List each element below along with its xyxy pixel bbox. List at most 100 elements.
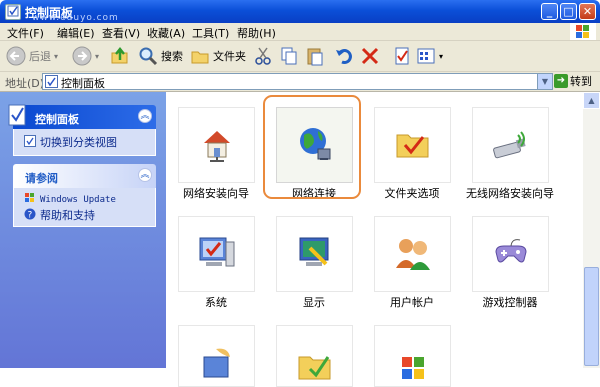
properties-icon — [392, 46, 412, 66]
address-input[interactable]: 控制面板 ▼ — [42, 73, 553, 90]
go-button[interactable]: ➜ 转到 — [554, 73, 592, 89]
views-icon — [416, 46, 436, 66]
help-support-link[interactable]: ? 帮助和支持 — [24, 207, 95, 223]
folder-icon — [190, 46, 210, 66]
back-button[interactable]: 后退 ▾ — [6, 45, 58, 67]
user-accounts-icon — [394, 234, 432, 272]
wireless-network-wizard-icon — [492, 125, 530, 163]
selection-highlight — [263, 95, 361, 199]
panel-title-see-also: 请参阅 — [25, 172, 58, 185]
search-label: 搜索 — [161, 50, 183, 63]
display-tile[interactable] — [276, 216, 353, 292]
folder-options-tile[interactable] — [374, 107, 451, 183]
user-accounts-label: 用户帐户 — [390, 296, 434, 309]
items-view: 网络安装向导 网络连接 文件夹选项 无线网络安装向导 系统 显示 用户帐户 游戏… — [166, 92, 583, 387]
forward-arrow-icon — [72, 46, 92, 66]
vertical-scrollbar[interactable]: ▲ — [583, 92, 600, 368]
wireless-network-wizard-label: 无线网络安装向导 — [466, 187, 554, 200]
scroll-up-button[interactable]: ▲ — [583, 92, 600, 109]
network-setup-wizard-icon — [198, 125, 236, 163]
menu-bar: 文件(F) 编辑(E) 查看(V) 收藏(A) 工具(T) 帮助(H) — [0, 23, 600, 41]
display-label: 显示 — [303, 296, 325, 309]
watermark-text: www.eduyo.com — [32, 13, 119, 23]
search-icon — [138, 46, 158, 66]
windows-update-link[interactable]: Windows Update — [24, 192, 116, 207]
menu-file[interactable]: 文件(F) — [7, 25, 44, 41]
menu-tools[interactable]: 工具(T) — [192, 25, 229, 41]
help-icon: ? — [24, 208, 36, 223]
svg-text:?: ? — [28, 210, 33, 220]
control-panel-item-tile[interactable] — [178, 325, 255, 387]
control-panel-large-icon — [7, 103, 29, 130]
system-label: 系统 — [205, 296, 227, 309]
close-button[interactable]: ✕ — [579, 3, 596, 20]
minimize-button[interactable]: _ — [541, 3, 558, 20]
menu-favorites[interactable]: 收藏(A) — [147, 25, 185, 41]
windows-logo-icon — [570, 23, 596, 40]
toolbar: 后退 ▾ ▾ 搜索 文件夹 ▾ — [0, 41, 600, 72]
delete-x-icon — [360, 46, 380, 66]
up-folder-button[interactable] — [110, 45, 130, 67]
folders-button[interactable]: 文件夹 — [190, 45, 246, 67]
see-also-panel: 请参阅 ︽ Windows Update ? 帮助和支持 — [13, 164, 156, 227]
menu-edit[interactable]: 编辑(E) — [57, 25, 95, 41]
undo-icon — [334, 46, 354, 66]
menu-view[interactable]: 查看(V) — [102, 25, 140, 41]
network-setup-wizard-tile[interactable] — [178, 107, 255, 183]
copy-button[interactable] — [279, 45, 299, 67]
user-accounts-tile[interactable] — [374, 216, 451, 292]
switch-category-view-link[interactable]: 切换到分类视图 — [24, 134, 117, 150]
folder-options-label: 文件夹选项 — [384, 187, 440, 200]
undo-button[interactable] — [334, 45, 354, 67]
delete-button[interactable] — [360, 45, 380, 67]
address-dropdown[interactable]: ▼ — [537, 74, 552, 89]
folder-options-icon — [394, 125, 432, 163]
game-controller-icon — [492, 234, 530, 272]
display-icon — [296, 234, 334, 272]
scissors-icon — [253, 46, 273, 66]
search-button[interactable]: 搜索 — [138, 45, 183, 67]
control-panel-small-icon — [45, 75, 58, 91]
maximize-button[interactable]: □ — [560, 3, 577, 20]
control-panel-panel: 控制面板 ︽ 切换到分类视图 — [8, 104, 156, 156]
system-tile[interactable] — [178, 216, 255, 292]
paste-icon — [305, 46, 325, 66]
system-icon — [198, 234, 236, 272]
panel-title-control-panel: 控制面板 — [35, 113, 79, 126]
address-label: 地址(D) — [5, 77, 45, 90]
network-setup-wizard-label: 网络安装向导 — [183, 187, 249, 200]
panel-header-see-also[interactable]: 请参阅 ︽ — [13, 164, 156, 188]
panel-header-control-panel[interactable]: 控制面板 ︽ — [8, 104, 156, 129]
collapse-chevron-icon[interactable]: ︽ — [138, 109, 152, 123]
cut-button[interactable] — [253, 45, 273, 67]
properties-button[interactable] — [392, 45, 412, 67]
title-bar: 控制面板 www.eduyo.com _ □ ✕ — [0, 0, 600, 23]
paste-button[interactable] — [305, 45, 325, 67]
folders-label: 文件夹 — [213, 50, 246, 63]
back-arrow-icon — [6, 46, 26, 66]
views-button[interactable]: ▾ — [416, 45, 443, 67]
scheduled-tasks-icon — [296, 343, 334, 381]
game-controllers-tile[interactable] — [472, 216, 549, 292]
windows-update-icon — [24, 192, 36, 207]
go-label: 转到 — [570, 75, 592, 88]
control-panel-item-tile[interactable] — [374, 325, 451, 387]
control-panel-item-tile[interactable] — [276, 325, 353, 387]
switch-category-view-label: 切换到分类视图 — [40, 136, 117, 149]
menu-help[interactable]: 帮助(H) — [237, 25, 276, 41]
panel-body-see-also: Windows Update ? 帮助和支持 — [13, 188, 156, 227]
forward-button[interactable]: ▾ — [72, 45, 99, 67]
task-pane: 控制面板 ︽ 切换到分类视图 请参阅 ︽ Windows Update ? 帮助… — [0, 92, 166, 368]
copy-icon — [279, 46, 299, 66]
phone-modem-icon — [198, 343, 236, 381]
category-view-icon — [24, 134, 36, 150]
up-folder-icon — [110, 46, 130, 66]
panel-body-control-panel: 切换到分类视图 — [13, 129, 156, 156]
scroll-thumb[interactable] — [584, 267, 599, 366]
windows-update-label: Windows Update — [40, 194, 116, 205]
go-arrow-icon: ➜ — [554, 74, 568, 88]
address-bar: 地址(D) 控制面板 ▼ ➜ 转到 — [0, 72, 600, 92]
collapse-chevron-icon[interactable]: ︽ — [138, 168, 152, 182]
back-label: 后退 — [29, 50, 51, 63]
wireless-network-wizard-tile[interactable] — [472, 107, 549, 183]
